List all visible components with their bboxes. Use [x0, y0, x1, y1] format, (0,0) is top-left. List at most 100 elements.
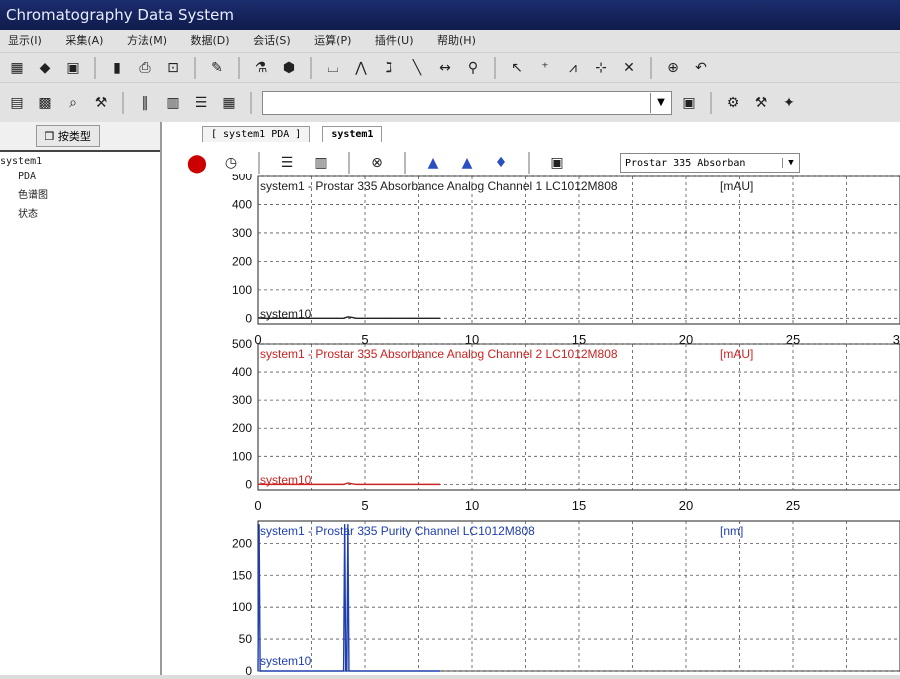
chart-title: system1 - Prostar 335 Absorbance Analog …	[260, 347, 618, 361]
menu-item-acquire[interactable]: 采集(A)	[65, 30, 103, 52]
print-view-icon[interactable]: ▣	[546, 152, 568, 174]
window-title: Chromatography Data System	[0, 0, 900, 30]
menu-item-session[interactable]: 会话(S)	[253, 30, 291, 52]
integrate-icon[interactable]: ⋀	[350, 57, 372, 79]
wrench-icon[interactable]: ⚒	[750, 92, 772, 114]
toolbar-separator	[494, 56, 496, 79]
view-tabs: [ system1 PDA ] system1	[162, 122, 900, 142]
cursor-icon[interactable]: ↖	[506, 57, 528, 79]
data-tree: system1 PDA 色谱图 状态	[0, 156, 160, 220]
tab-system1-pda[interactable]: [ system1 PDA ]	[202, 126, 311, 142]
peak-view-icon[interactable]: ▲	[422, 152, 444, 174]
menu-item-help[interactable]: 帮助(H)	[437, 30, 476, 52]
preview-icon[interactable]: ⊡	[162, 57, 184, 79]
add-peak-icon[interactable]: ⁺	[534, 57, 556, 79]
y-tick-label: 200	[232, 254, 252, 268]
x-tick-label: 0	[254, 498, 261, 513]
menu-item-calc[interactable]: 运算(P)	[314, 30, 351, 52]
menu-item-display[interactable]: 显示(I)	[8, 30, 42, 52]
search-icon[interactable]: ⌕	[62, 92, 84, 114]
y-tick-label: 0	[245, 664, 252, 675]
link-icon[interactable]: ⊗	[366, 152, 388, 174]
acquire-icon[interactable]: ◆	[34, 57, 56, 79]
folder-icon: ❒	[44, 130, 58, 143]
highlight-icon[interactable]: ✦	[778, 92, 800, 114]
properties-icon[interactable]: ▣	[678, 92, 700, 114]
channel-select-value: Prostar 335 Absorban	[625, 157, 746, 169]
peak-icon[interactable]: ⚗	[250, 57, 272, 79]
peak-compare-icon[interactable]: ▲	[456, 152, 478, 174]
y-tick-label: 0	[245, 311, 252, 325]
stop-icon[interactable]: ⬤	[186, 152, 208, 174]
chromatogram-plots[interactable]: 0100200300400500051015202530system1 - Pr…	[162, 169, 900, 678]
y-tick-label: 300	[232, 393, 252, 407]
units-label: [mAU]	[720, 179, 753, 193]
view-area: [ system1 PDA ] system1 ⬤ ◷ ☰ ▥ ⊗ ▲ ▲ ♦ …	[162, 122, 900, 678]
undo-icon[interactable]: ↶	[690, 57, 712, 79]
main-toolbar: ▦ ◆ ▣ ▮ ⎙ ⊡ ✎ ⚗ ⬢ ⌴ ⋀ ℷ ╲ ↔ ⚲ ↖ ⁺ ⩘ ⊹ ✕ …	[0, 52, 900, 82]
series-label: system10	[260, 307, 312, 321]
valley-icon[interactable]: ⩘	[562, 57, 584, 79]
run-icon[interactable]: ▦	[6, 57, 28, 79]
tree-item-chromatogram[interactable]: 色谱图	[0, 186, 160, 201]
x-tick-label: 15	[572, 498, 586, 513]
tools-icon[interactable]: ⚒	[90, 92, 112, 114]
y-tick-label: 50	[239, 632, 253, 646]
data-tree-panel: . ❒ 按类型 system1 PDA 色谱图 状态	[0, 122, 162, 675]
measure-icon[interactable]: ⊹	[590, 57, 612, 79]
toolbar-separator	[122, 91, 124, 114]
units-label: [mAU]	[720, 347, 753, 361]
report-icon[interactable]: ▮	[106, 57, 128, 79]
list-icon[interactable]: ☰	[190, 92, 212, 114]
y-tick-label: 100	[232, 449, 252, 463]
toolbar-separator	[250, 91, 252, 114]
series-label: system10	[260, 473, 312, 487]
chevron-down-icon[interactable]: ▼	[650, 92, 671, 113]
menu-item-data[interactable]: 数据(D)	[191, 30, 230, 52]
plugin-icon[interactable]: ⚙	[722, 92, 744, 114]
y-tick-label: 200	[232, 536, 252, 550]
clock-icon[interactable]: ◷	[220, 152, 242, 174]
tree-item-pda[interactable]: PDA	[0, 171, 160, 182]
toolbar-separator	[238, 56, 240, 79]
stop-sign-icon[interactable]: ⬢	[278, 57, 300, 79]
channel-select[interactable]: Prostar 335 Absorban ▼	[620, 153, 800, 173]
edit-icon[interactable]: ✎	[206, 57, 228, 79]
pause-icon[interactable]: ‖	[134, 92, 156, 114]
print-icon[interactable]: ⎙	[134, 57, 156, 79]
sequence-icon[interactable]: ▥	[162, 92, 184, 114]
split-peak-icon[interactable]: ℷ	[378, 57, 400, 79]
menu-bar: 显示(I) 采集(A) 方法(M) 数据(D) 会话(S) 运算(P) 插件(U…	[0, 30, 900, 52]
zoom-icon[interactable]: ⊕	[662, 57, 684, 79]
peak-spectrum-icon[interactable]: ♦	[490, 152, 512, 174]
instrument-icon[interactable]: ▣	[62, 57, 84, 79]
toolbar-separator	[258, 152, 260, 174]
x-tick-label: 10	[465, 498, 479, 513]
toolbar-separator	[94, 56, 96, 79]
y-tick-label: 500	[232, 337, 252, 351]
toolbar-separator	[404, 152, 406, 174]
overlay-view-icon[interactable]: ▥	[310, 152, 332, 174]
line-icon[interactable]: ╲	[406, 57, 428, 79]
threshold-icon[interactable]: ⚲	[462, 57, 484, 79]
tree-item-status[interactable]: 状态	[0, 205, 160, 220]
y-tick-label: 100	[232, 600, 252, 614]
menu-item-method[interactable]: 方法(M)	[127, 30, 167, 52]
layout-icon[interactable]: ▤	[6, 92, 28, 114]
table-icon[interactable]: ▦	[218, 92, 240, 114]
tree-item-system1[interactable]: system1	[0, 156, 160, 167]
width-icon[interactable]: ↔	[434, 57, 456, 79]
chevron-down-icon[interactable]: ▼	[782, 158, 799, 168]
y-tick-label: 400	[232, 365, 252, 379]
toolbar-separator	[650, 56, 652, 79]
stacked-view-icon[interactable]: ☰	[276, 152, 298, 174]
baseline-icon[interactable]: ⌴	[322, 57, 344, 79]
y-tick-label: 300	[232, 226, 252, 240]
menu-item-plugin[interactable]: 插件(U)	[375, 30, 414, 52]
group-by-type-button[interactable]: ❒ 按类型	[35, 125, 100, 147]
tab-system1[interactable]: system1	[322, 126, 383, 142]
delete-peak-icon[interactable]: ✕	[618, 57, 640, 79]
command-combo[interactable]: ▼	[262, 90, 672, 115]
save-icon[interactable]: ▩	[34, 92, 56, 114]
x-tick-label: 25	[786, 498, 800, 513]
